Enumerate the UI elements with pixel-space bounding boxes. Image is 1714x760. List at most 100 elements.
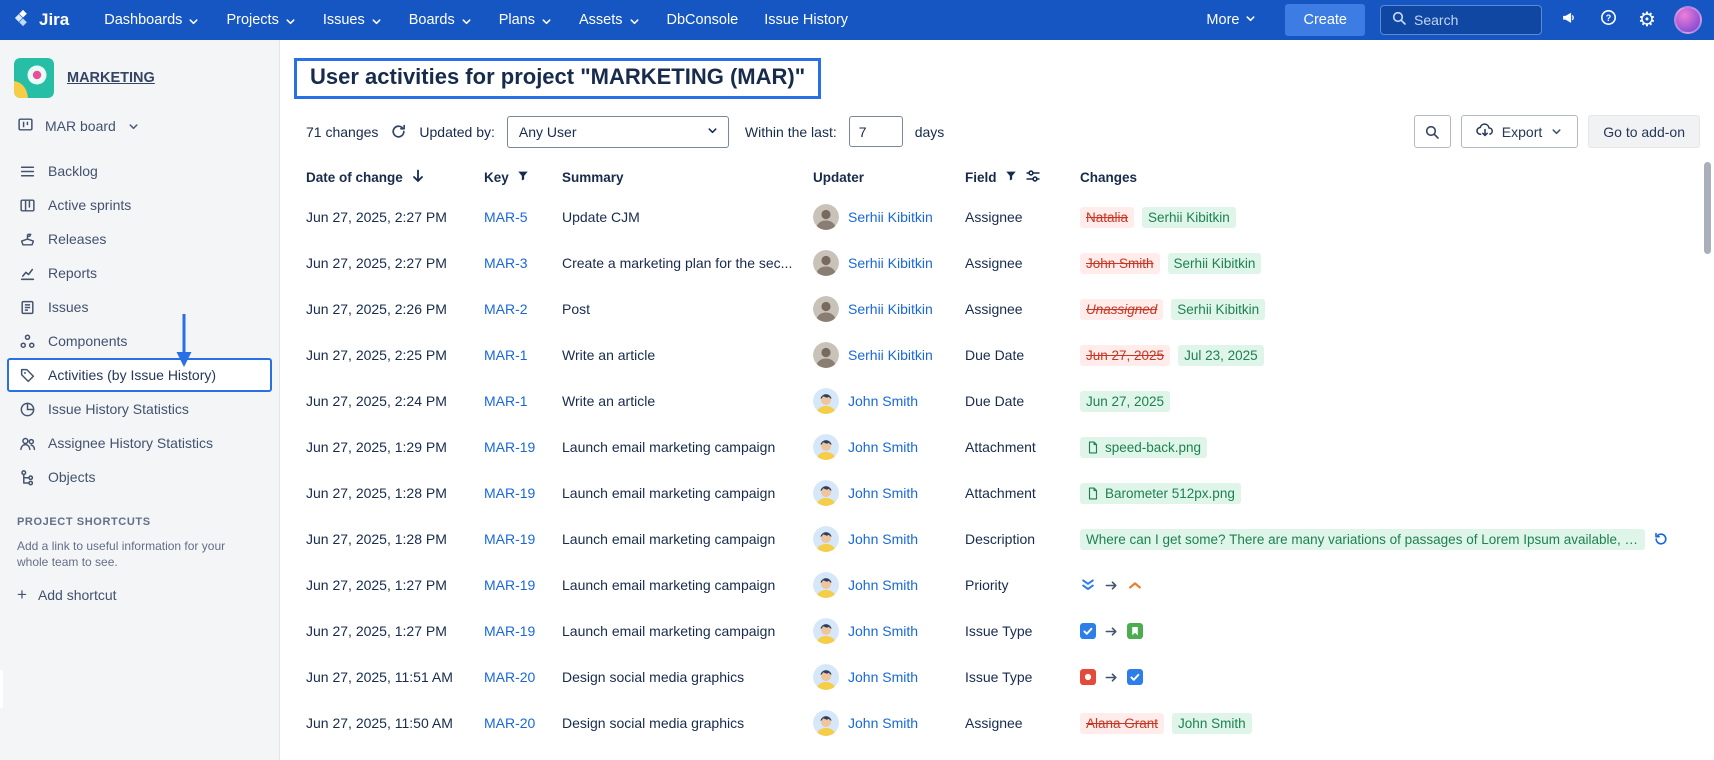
sidebar-item-label: Activities (by Issue History) [48, 367, 216, 383]
row-changes: Barometer 512px.png [1080, 483, 1700, 504]
updater-link[interactable]: John Smith [848, 623, 918, 639]
table-row: Jun 27, 2025, 11:51 AMMAR-20Design socia… [306, 654, 1700, 700]
sidebar-item-label: Objects [48, 469, 95, 485]
nav-item-projects[interactable]: Projects [213, 0, 309, 40]
row-summary: Launch email marketing campaign [562, 623, 813, 639]
issue-key-link[interactable]: MAR-19 [484, 485, 535, 501]
issue-key-link[interactable]: MAR-20 [484, 715, 535, 731]
updated-by-select[interactable]: Any User [507, 116, 729, 148]
nav-item-issues[interactable]: Issues [310, 0, 396, 40]
nav-item-label: Issue History [764, 12, 848, 28]
column-header-updater[interactable]: Updater [813, 170, 965, 185]
type-task-icon [1127, 669, 1143, 685]
column-header-field[interactable]: Field [965, 168, 1080, 187]
nav-item-boards[interactable]: Boards [396, 0, 486, 40]
navbar-search[interactable] [1380, 5, 1542, 35]
issue-key-link[interactable]: MAR-19 [484, 531, 535, 547]
chevron-down-icon [628, 15, 641, 28]
sidebar-item-reports[interactable]: Reports [7, 256, 272, 290]
sidebar-item-issues[interactable]: Issues [7, 290, 272, 324]
project-avatar [14, 58, 54, 98]
add-shortcut-button[interactable]: + Add shortcut [17, 586, 263, 603]
sidebar-menu: BacklogActive sprintsReleasesReportsIssu… [0, 154, 279, 494]
priority-medium-icon [1127, 577, 1143, 593]
issue-key-link[interactable]: MAR-2 [484, 301, 528, 317]
feedback-icon[interactable] [1557, 9, 1581, 31]
nav-item-dbconsole[interactable]: DbConsole [654, 0, 752, 40]
issue-key-link[interactable]: MAR-20 [484, 669, 535, 685]
settings-gear-icon[interactable]: ⚙ [1635, 10, 1659, 30]
table-row: Jun 27, 2025, 1:28 PMMAR-19Launch email … [306, 516, 1700, 562]
nav-item-issue-history[interactable]: Issue History [751, 0, 861, 40]
updater-link[interactable]: John Smith [848, 439, 918, 455]
sidebar-item-components[interactable]: Components [7, 324, 272, 358]
nav-item-assets[interactable]: Assets [566, 0, 654, 40]
column-header-date[interactable]: Date of change [306, 168, 484, 187]
filter-icon[interactable] [516, 169, 530, 186]
navbar-menu: DashboardsProjectsIssuesBoardsPlansAsset… [91, 0, 861, 40]
table-search-button[interactable] [1414, 115, 1451, 148]
nav-item-dashboards[interactable]: Dashboards [91, 0, 213, 40]
board-icon [17, 116, 34, 136]
updater-avatar [813, 434, 839, 460]
scrollbar[interactable] [1704, 162, 1711, 254]
project-shortcuts-section: PROJECT SHORTCUTS Add a link to useful i… [0, 516, 279, 603]
jira-logo-icon [14, 9, 32, 32]
attachment-link[interactable]: speed-back.png [1080, 437, 1207, 458]
days-input[interactable] [849, 116, 903, 147]
issue-key-link[interactable]: MAR-1 [484, 393, 528, 409]
row-date: Jun 27, 2025, 11:51 AM [306, 669, 484, 685]
updater-link[interactable]: John Smith [848, 577, 918, 593]
columns-settings-icon[interactable] [1025, 168, 1041, 187]
nav-item-more[interactable]: More [1193, 0, 1270, 40]
issue-key-link[interactable]: MAR-19 [484, 439, 535, 455]
refresh-icon[interactable] [390, 123, 407, 140]
issue-key-link[interactable]: MAR-19 [484, 623, 535, 639]
row-summary: Update CJM [562, 209, 813, 225]
updater-link[interactable]: John Smith [848, 393, 918, 409]
updated-by-label: Updated by: [419, 124, 495, 140]
create-button[interactable]: Create [1285, 4, 1365, 36]
search-icon [1424, 124, 1440, 140]
issue-key-link[interactable]: MAR-19 [484, 577, 535, 593]
issue-key-link[interactable]: MAR-5 [484, 209, 528, 225]
updater-link[interactable]: Serhii Kibitkin [848, 255, 933, 271]
column-header-key[interactable]: Key [484, 169, 562, 186]
go-to-addon-button[interactable]: Go to add-on [1588, 115, 1700, 148]
attachment-link[interactable]: Barometer 512px.png [1080, 483, 1241, 504]
issue-key-link[interactable]: MAR-3 [484, 255, 528, 271]
updater-link[interactable]: John Smith [848, 669, 918, 685]
updater-link[interactable]: John Smith [848, 485, 918, 501]
updater-link[interactable]: John Smith [848, 715, 918, 731]
revert-icon[interactable] [1653, 531, 1669, 547]
nav-item-plans[interactable]: Plans [486, 0, 566, 40]
sort-desc-icon[interactable] [410, 168, 426, 187]
sidebar-item-active-sprints[interactable]: Active sprints [7, 188, 272, 222]
jira-logo[interactable]: Jira [14, 9, 69, 32]
row-field: Assignee [965, 209, 1080, 225]
issue-key-link[interactable]: MAR-1 [484, 347, 528, 363]
new-value: Serhii Kibitkin [1142, 207, 1236, 228]
sidebar-item-backlog[interactable]: Backlog [7, 154, 272, 188]
sidebar-item-objects[interactable]: Objects [7, 460, 272, 494]
row-date: Jun 27, 2025, 1:29 PM [306, 439, 484, 455]
sidebar-item-assignee-history-statistics[interactable]: Assignee History Statistics [7, 426, 272, 460]
chevron-down-icon [187, 15, 200, 28]
row-date: Jun 27, 2025, 1:28 PM [306, 485, 484, 501]
help-icon[interactable]: ? [1596, 9, 1620, 31]
board-selector[interactable]: MAR board [0, 108, 279, 142]
filter-icon[interactable] [1004, 169, 1018, 186]
navbar-search-input[interactable] [1414, 12, 1526, 28]
column-header-summary[interactable]: Summary [562, 170, 813, 185]
updater-link[interactable]: Serhii Kibitkin [848, 301, 933, 317]
updater-link[interactable]: Serhii Kibitkin [848, 347, 933, 363]
updater-link[interactable]: Serhii Kibitkin [848, 209, 933, 225]
export-button[interactable]: Export [1461, 115, 1578, 148]
sidebar-item-releases[interactable]: Releases [7, 222, 272, 256]
table-row: Jun 27, 2025, 2:27 PMMAR-5Update CJMSerh… [306, 194, 1700, 240]
sidebar-item-activities-by-issue-history[interactable]: Activities (by Issue History) [7, 358, 272, 392]
project-name-link[interactable]: MARKETING [67, 70, 155, 86]
updater-link[interactable]: John Smith [848, 531, 918, 547]
sidebar-item-issue-history-statistics[interactable]: Issue History Statistics [7, 392, 272, 426]
user-avatar[interactable] [1674, 6, 1702, 34]
